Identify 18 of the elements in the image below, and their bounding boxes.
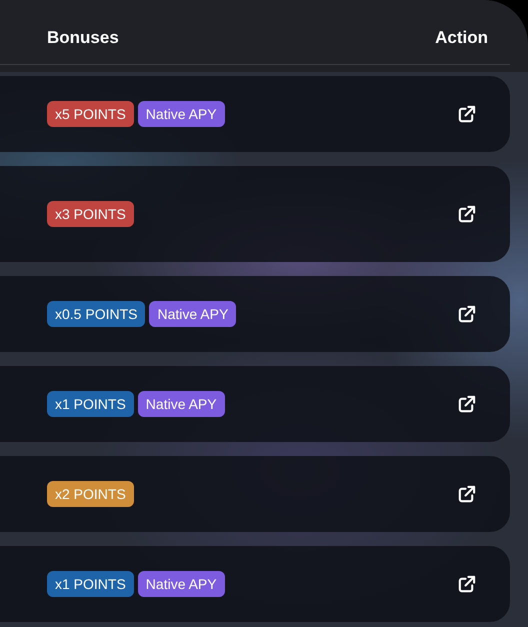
external-link-icon[interactable] <box>457 574 476 594</box>
column-header: Action <box>435 26 488 48</box>
external-link-icon[interactable] <box>457 394 476 414</box>
bonus-tag: x1 POINTS <box>47 391 134 417</box>
column-header: Bonuses <box>47 26 119 48</box>
bonus-tag: x0.5 POINTS <box>47 301 146 327</box>
bonus-tag: x1 POINTS <box>47 571 134 597</box>
external-link-icon[interactable] <box>457 204 476 224</box>
bonus-tag: x5 POINTS <box>47 101 134 127</box>
external-link-icon[interactable] <box>457 104 476 124</box>
bonus-tag: Native APY <box>138 101 225 127</box>
external-link-icon[interactable] <box>457 304 476 324</box>
bonus-tag: Native APY <box>138 391 225 417</box>
bonus-tag: x2 POINTS <box>47 481 134 507</box>
external-link-icon[interactable] <box>457 484 476 504</box>
bonus-tag: x3 POINTS <box>47 201 134 227</box>
bonus-tag: Native APY <box>138 571 225 597</box>
bonus-tag: Native APY <box>149 301 236 327</box>
